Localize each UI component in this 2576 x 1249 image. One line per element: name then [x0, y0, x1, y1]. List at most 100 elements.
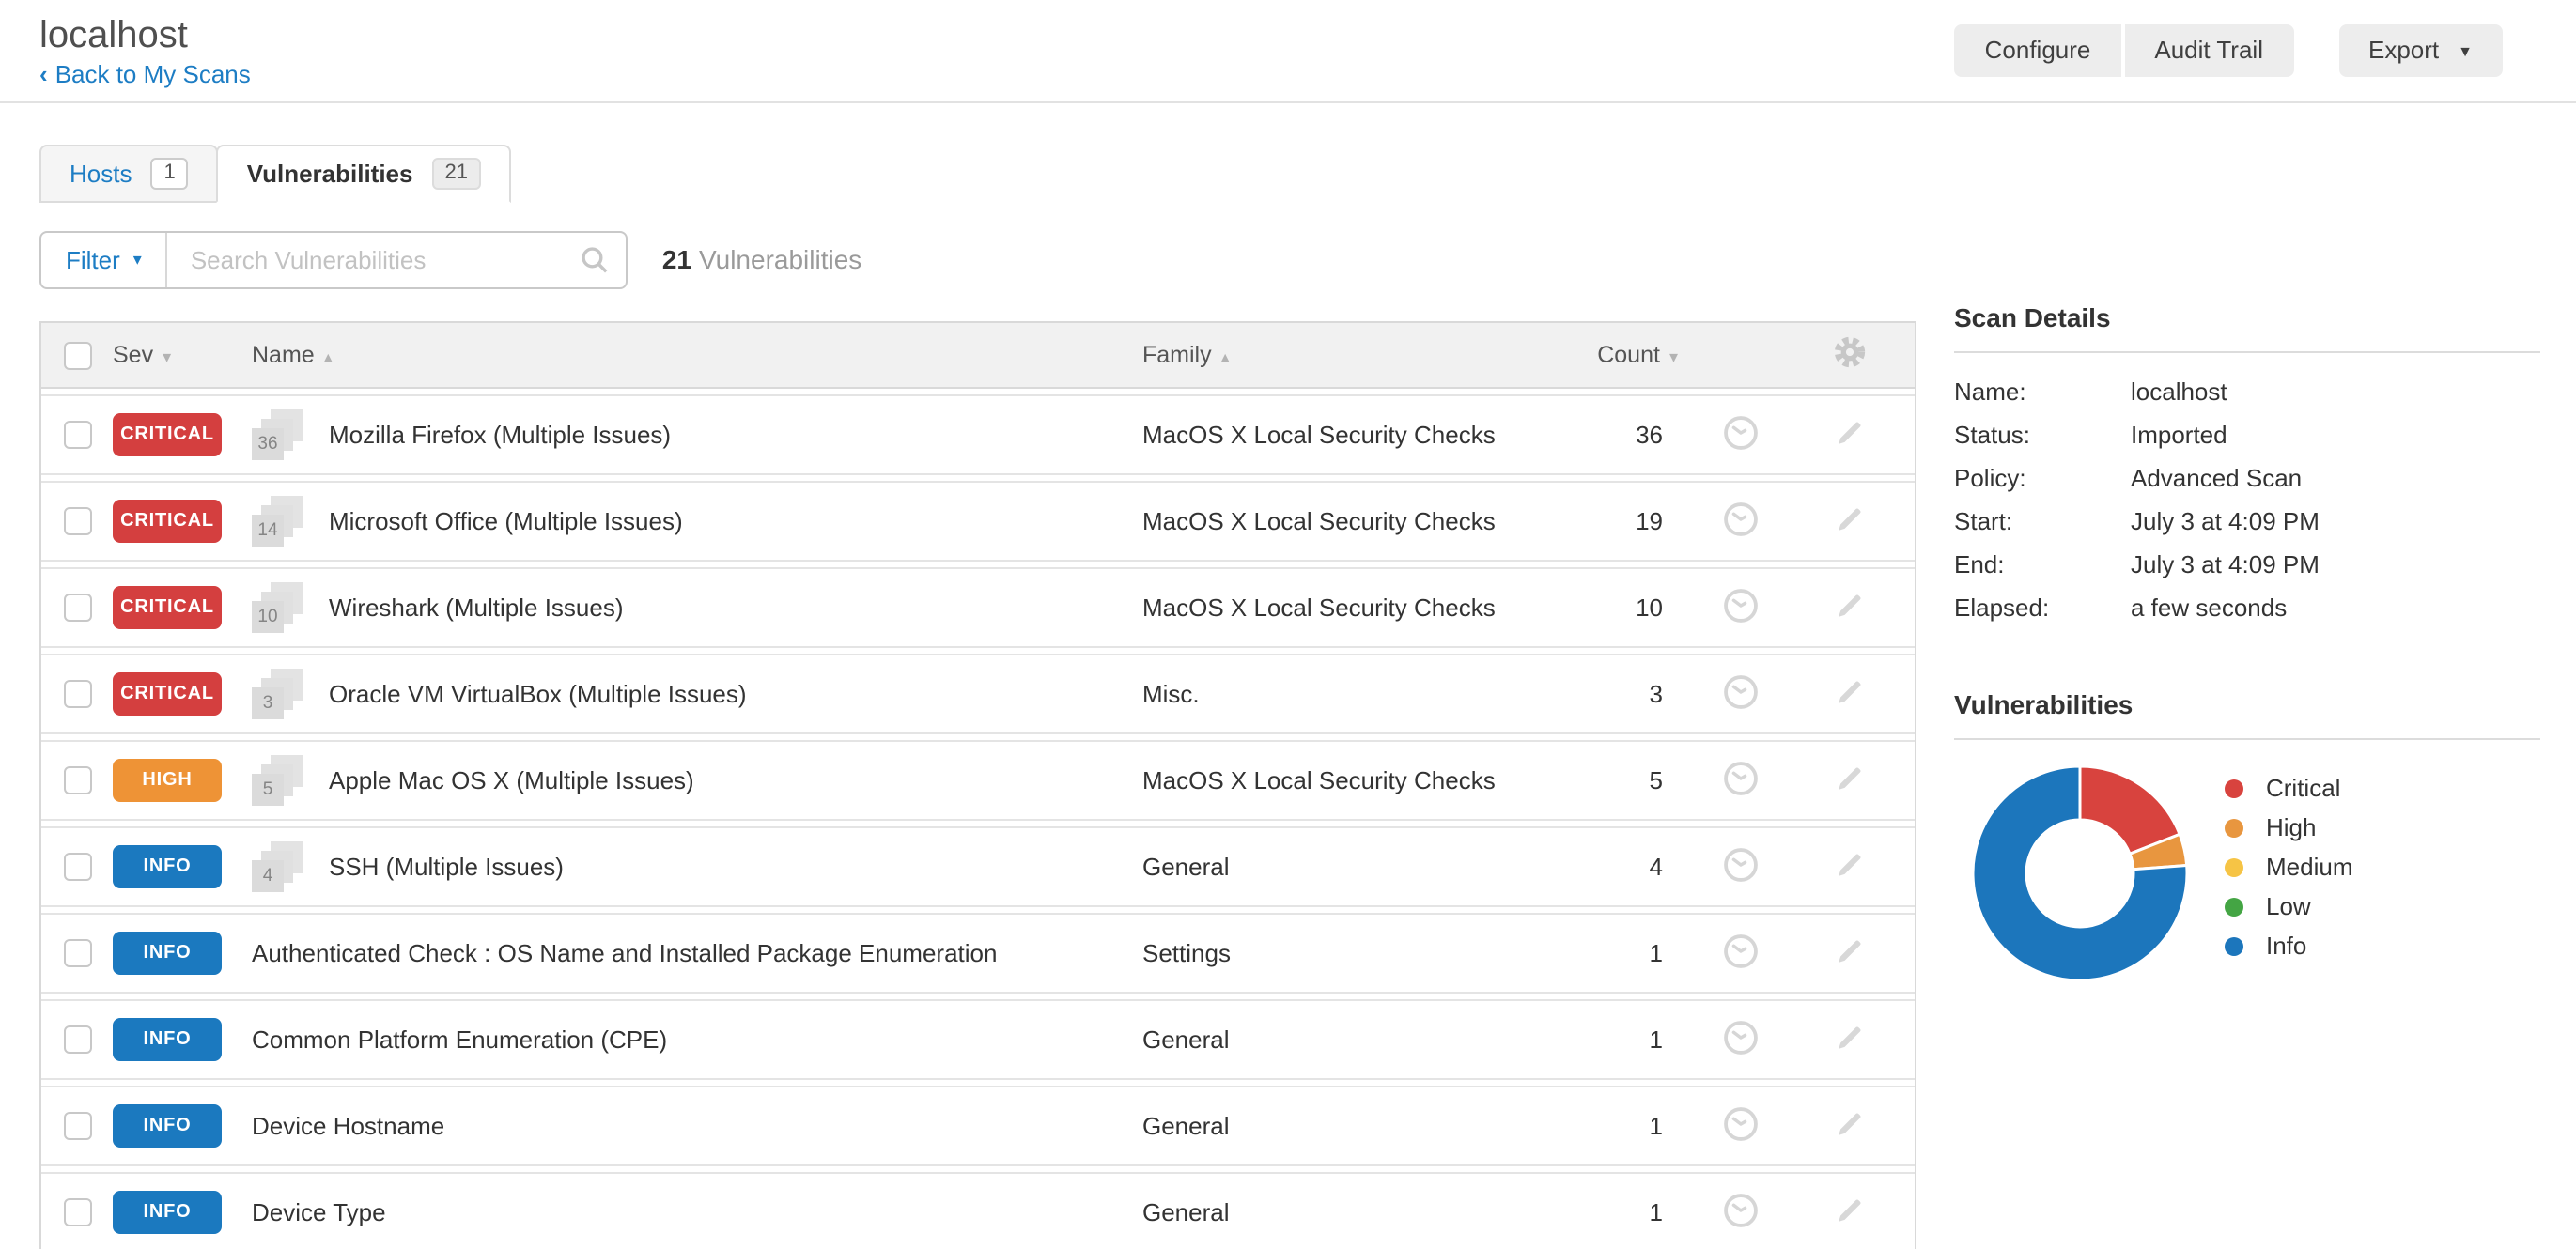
- severity-badge: HIGH: [113, 759, 222, 802]
- snooze-button[interactable]: [1678, 1105, 1802, 1147]
- scan-detail-row: Status:Imported: [1954, 413, 2540, 456]
- legend-item: Info: [2225, 926, 2353, 965]
- clock-icon: [1722, 1105, 1758, 1147]
- row-checkbox[interactable]: [64, 939, 92, 967]
- table-row[interactable]: INFO Device Hostname General 1: [41, 1086, 1915, 1166]
- stack-count: 3: [252, 687, 284, 719]
- modify-button[interactable]: [1802, 589, 1896, 626]
- row-checkbox[interactable]: [64, 853, 92, 881]
- table-settings-button[interactable]: [1802, 336, 1896, 374]
- clock-icon: [1722, 1019, 1758, 1060]
- vulnerability-name: Authenticated Check : OS Name and Instal…: [252, 939, 997, 967]
- tab-hosts[interactable]: Hosts 1: [39, 145, 219, 203]
- severity-badge: INFO: [113, 1018, 222, 1061]
- clock-icon: [1722, 414, 1758, 455]
- plugin-stack-icon: 5: [252, 755, 303, 806]
- row-checkbox[interactable]: [64, 766, 92, 794]
- vulnerability-family: Misc.: [1142, 680, 1584, 708]
- modify-button[interactable]: [1802, 762, 1896, 799]
- clock-icon: [1722, 760, 1758, 801]
- table-row[interactable]: HIGH 5 Apple Mac OS X (Multiple Issues) …: [41, 740, 1915, 821]
- snooze-button[interactable]: [1678, 414, 1802, 455]
- sort-caret-icon: ▴: [1221, 347, 1230, 366]
- audit-trail-button[interactable]: Audit Trail: [2124, 24, 2293, 77]
- tab-hosts-label: Hosts: [70, 160, 132, 188]
- table-row[interactable]: INFO Common Platform Enumeration (CPE) G…: [41, 999, 1915, 1080]
- table-body: CRITICAL 36 Mozilla Firefox (Multiple Is…: [41, 389, 1915, 1249]
- snooze-button[interactable]: [1678, 1019, 1802, 1060]
- modify-button[interactable]: [1802, 1107, 1896, 1145]
- modify-button[interactable]: [1802, 848, 1896, 886]
- column-header-name[interactable]: Name▴: [252, 342, 1142, 368]
- scan-details-list: Name:localhostStatus:ImportedPolicy:Adva…: [1954, 353, 2540, 629]
- plugin-stack-icon: 36: [252, 409, 303, 460]
- vulnerability-family: General: [1142, 1112, 1584, 1140]
- stack-count: 36: [252, 428, 284, 460]
- vulnerability-count: 4: [1584, 853, 1678, 881]
- severity-badge: INFO: [113, 1191, 222, 1234]
- clock-icon: [1722, 933, 1758, 974]
- modify-button[interactable]: [1802, 1194, 1896, 1231]
- back-to-my-scans-link[interactable]: ‹Back to My Scans: [39, 60, 251, 88]
- vulnerability-name: Microsoft Office (Multiple Issues): [329, 507, 683, 535]
- result-count-label: Vulnerabilities: [699, 244, 861, 274]
- filter-search-control: Filter ▾: [39, 230, 628, 288]
- snooze-button[interactable]: [1678, 673, 1802, 715]
- table-row[interactable]: INFO Device Type General 1: [41, 1172, 1915, 1249]
- table-row[interactable]: CRITICAL 3 Oracle VM VirtualBox (Multipl…: [41, 654, 1915, 734]
- vulnerability-family: Settings: [1142, 939, 1584, 967]
- scan-detail-row: Name:localhost: [1954, 370, 2540, 413]
- vulnerability-name: Wireshark (Multiple Issues): [329, 594, 624, 622]
- row-checkbox[interactable]: [64, 421, 92, 449]
- select-all-checkbox[interactable]: [64, 341, 92, 369]
- column-header-count[interactable]: Count▾: [1584, 342, 1678, 368]
- table-row[interactable]: INFO 4 SSH (Multiple Issues) General 4: [41, 826, 1915, 907]
- stack-count: 4: [252, 860, 284, 892]
- tab-vulnerabilities[interactable]: Vulnerabilities 21: [217, 145, 511, 203]
- pencil-icon: [1833, 416, 1865, 454]
- row-checkbox[interactable]: [64, 680, 92, 708]
- snooze-button[interactable]: [1678, 760, 1802, 801]
- column-header-family[interactable]: Family▴: [1142, 342, 1584, 368]
- vulnerability-count: 1: [1584, 1025, 1678, 1054]
- snooze-button[interactable]: [1678, 846, 1802, 887]
- tab-vulnerabilities-label: Vulnerabilities: [247, 160, 413, 188]
- pencil-icon: [1833, 934, 1865, 972]
- column-header-sev[interactable]: Sev▾: [113, 342, 252, 368]
- sort-caret-icon: ▾: [163, 347, 171, 366]
- legend-label: Low: [2266, 892, 2311, 920]
- modify-button[interactable]: [1802, 934, 1896, 972]
- row-checkbox[interactable]: [64, 1025, 92, 1054]
- modify-button[interactable]: [1802, 502, 1896, 540]
- search-input[interactable]: [168, 232, 627, 286]
- table-row[interactable]: INFO Authenticated Check : OS Name and I…: [41, 913, 1915, 994]
- vulnerability-name: Device Hostname: [252, 1112, 444, 1140]
- modify-button[interactable]: [1802, 675, 1896, 713]
- row-checkbox[interactable]: [64, 594, 92, 622]
- clock-icon: [1722, 587, 1758, 628]
- legend-label: High: [2266, 813, 2317, 841]
- gear-icon: [1833, 336, 1865, 374]
- table-row[interactable]: CRITICAL 14 Microsoft Office (Multiple I…: [41, 481, 1915, 562]
- pencil-icon: [1833, 848, 1865, 886]
- snooze-button[interactable]: [1678, 587, 1802, 628]
- side-panel: Scan Details Name:localhostStatus:Import…: [1954, 302, 2540, 984]
- modify-button[interactable]: [1802, 1021, 1896, 1058]
- row-checkbox[interactable]: [64, 1112, 92, 1140]
- row-checkbox[interactable]: [64, 1198, 92, 1226]
- table-row[interactable]: CRITICAL 10 Wireshark (Multiple Issues) …: [41, 567, 1915, 648]
- vulnerability-family: General: [1142, 853, 1584, 881]
- snooze-button[interactable]: [1678, 501, 1802, 542]
- snooze-button[interactable]: [1678, 1192, 1802, 1233]
- chevron-down-icon: ▾: [133, 249, 142, 270]
- filter-button[interactable]: Filter ▾: [41, 232, 168, 286]
- pencil-icon: [1833, 589, 1865, 626]
- vulnerability-family: General: [1142, 1025, 1584, 1054]
- row-checkbox[interactable]: [64, 507, 92, 535]
- configure-button[interactable]: Configure: [1955, 24, 2121, 77]
- modify-button[interactable]: [1802, 416, 1896, 454]
- legend-label: Critical: [2266, 774, 2340, 802]
- export-button[interactable]: Export▼: [2338, 24, 2503, 77]
- snooze-button[interactable]: [1678, 933, 1802, 974]
- table-row[interactable]: CRITICAL 36 Mozilla Firefox (Multiple Is…: [41, 394, 1915, 475]
